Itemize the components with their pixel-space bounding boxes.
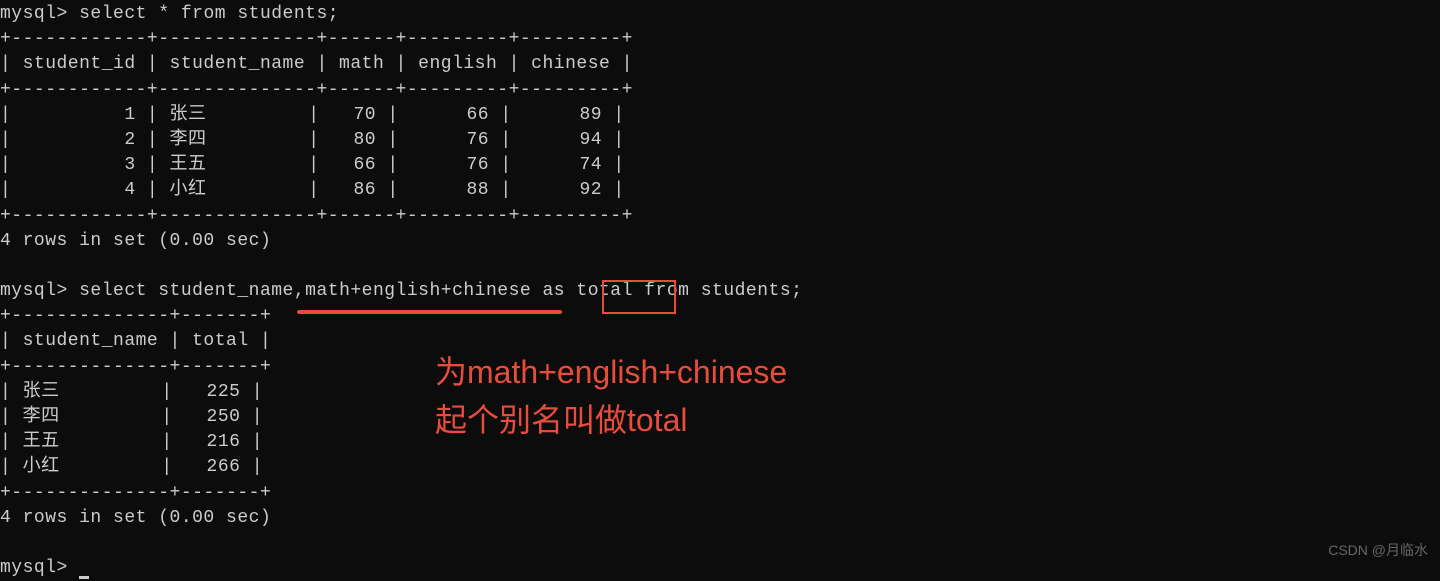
blank-line <box>0 531 1440 556</box>
table1-summary: 4 rows in set (0.00 sec) <box>0 229 1440 254</box>
cursor-icon <box>79 576 89 579</box>
query-line-1: mysql> select * from students; <box>0 2 1440 27</box>
blank-line <box>0 254 1440 279</box>
table1-border-mid: +------------+--------------+------+----… <box>0 78 1440 103</box>
table1-row: | 1 | 张三 | 70 | 66 | 89 | <box>0 103 1440 128</box>
table2-row: | 小红 | 266 | <box>0 455 1440 480</box>
table2-border-bot: +--------------+-------+ <box>0 481 1440 506</box>
table1-border-top: +------------+--------------+------+----… <box>0 27 1440 52</box>
table2-summary: 4 rows in set (0.00 sec) <box>0 506 1440 531</box>
annotation-underline <box>297 310 562 314</box>
annotation-line2: 起个别名叫做total <box>435 396 787 444</box>
table1-header: | student_id | student_name | math | eng… <box>0 52 1440 77</box>
table1-row: | 3 | 王五 | 66 | 76 | 74 | <box>0 153 1440 178</box>
table1-border-bot: +------------+--------------+------+----… <box>0 204 1440 229</box>
annotation-box <box>602 280 676 314</box>
annotation-line1: 为math+english+chinese <box>435 348 787 396</box>
table2-border-top: +--------------+-------+ <box>0 304 1440 329</box>
annotation-text: 为math+english+chinese 起个别名叫做total <box>435 348 787 444</box>
query-line-2: mysql> select student_name,math+english+… <box>0 279 1440 304</box>
table1-row: | 4 | 小红 | 86 | 88 | 92 | <box>0 178 1440 203</box>
watermark: CSDN @月临水 <box>1328 541 1428 561</box>
table1-row: | 2 | 李四 | 80 | 76 | 94 | <box>0 128 1440 153</box>
